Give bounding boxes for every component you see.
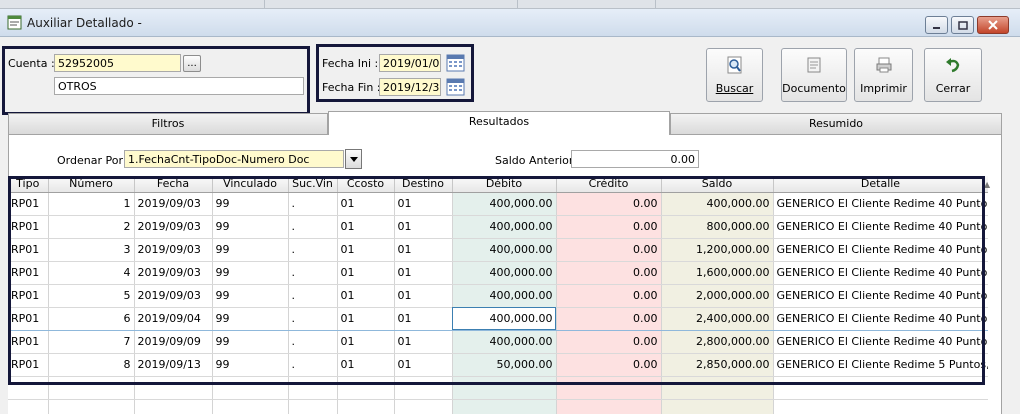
minimize-icon — [933, 26, 940, 29]
cuenta-highlight-box — [2, 46, 310, 115]
document-icon — [807, 57, 821, 73]
magnifier-icon — [727, 56, 741, 74]
cerrar-button[interactable]: Cerrar — [924, 48, 982, 102]
chevron-down-icon — [349, 156, 358, 162]
table-cell — [134, 399, 213, 414]
table-cell — [661, 399, 774, 414]
table-cell — [8, 399, 49, 414]
title-bar: Auxiliar Detallado - — [0, 9, 1020, 37]
table-row-empty — [8, 399, 988, 414]
documento-label: Documento — [782, 82, 846, 95]
ordenar-dropdown-button[interactable] — [345, 149, 362, 169]
grid-highlight-box — [8, 176, 985, 385]
table-cell — [212, 399, 289, 414]
buscar-button[interactable]: Buscar — [706, 48, 763, 102]
report-window-icon — [7, 15, 22, 30]
minimize-button[interactable] — [925, 16, 948, 34]
window-title: Auxiliar Detallado - — [27, 16, 142, 30]
imprimir-label: Imprimir — [860, 82, 907, 95]
tab-filtros[interactable]: Filtros — [8, 113, 328, 135]
maximize-button[interactable] — [951, 16, 974, 34]
table-cell — [394, 399, 453, 414]
fechas-highlight-box — [316, 44, 474, 102]
undo-arrow-icon — [946, 58, 960, 73]
table-cell — [288, 399, 338, 414]
ordenar-label: Ordenar Por : — [57, 154, 131, 167]
tab-resumido[interactable]: Resumido — [670, 113, 1002, 135]
maximize-icon — [957, 20, 968, 30]
table-cell — [773, 399, 988, 414]
printer-icon — [876, 57, 891, 73]
cerrar-label: Cerrar — [935, 82, 971, 95]
saldo-anterior-label: Saldo Anterior — [495, 154, 574, 167]
documento-button[interactable]: Documento — [781, 48, 847, 102]
top-strip — [0, 0, 1020, 9]
table-cell — [48, 399, 135, 414]
buscar-label: Buscar — [715, 82, 754, 95]
table-cell — [556, 399, 662, 414]
table-cell — [452, 399, 557, 414]
saldo-anterior-field: 0.00 — [571, 150, 699, 168]
close-button[interactable] — [977, 16, 1009, 34]
imprimir-button[interactable]: Imprimir — [854, 48, 913, 102]
ordenar-select[interactable]: 1.FechaCnt-TipoDoc-Numero Doc — [124, 150, 344, 168]
table-cell — [337, 399, 395, 414]
close-icon — [988, 20, 998, 30]
scroll-up-arrow[interactable]: ▲ — [984, 180, 994, 192]
tab-resultados[interactable]: Resultados — [328, 111, 670, 135]
